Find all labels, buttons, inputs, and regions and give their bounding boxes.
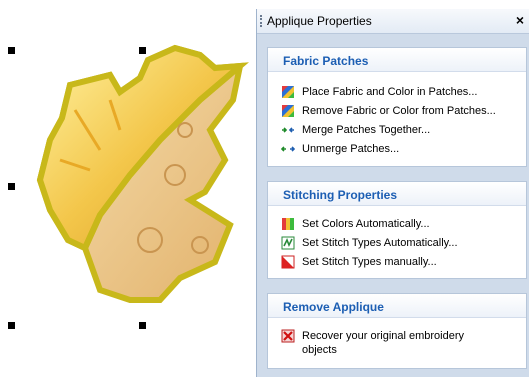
- selection-handle-middle-left[interactable]: [8, 183, 15, 190]
- applique-properties-panel: Applique Properties × Fabric Patches Pla…: [256, 9, 529, 377]
- unmerge-arrows-icon: [281, 146, 295, 152]
- item-label: Place Fabric and Color in Patches...: [302, 86, 478, 98]
- set-stitch-types-manually-link[interactable]: Set Stitch Types manually...: [281, 255, 437, 271]
- stitch-manual-icon: [281, 255, 295, 269]
- item-label: Set Stitch Types manually...: [302, 256, 437, 268]
- item-label: Recover your original embroidery objects: [302, 330, 465, 356]
- section-header: Remove Applique: [268, 294, 526, 318]
- fabric-color-icon: [282, 105, 294, 117]
- merge-patches-link[interactable]: Merge Patches Together...: [281, 123, 430, 139]
- section-title: Stitching Properties: [283, 188, 398, 202]
- place-fabric-link[interactable]: Place Fabric and Color in Patches...: [281, 85, 477, 101]
- remove-applique-section: Remove Applique Recover your original em…: [267, 293, 527, 369]
- item-label: Set Stitch Types Automatically...: [302, 237, 458, 249]
- fabric-patches-section: Fabric Patches Place Fabric and Color in…: [267, 47, 527, 167]
- panel-titlebar[interactable]: Applique Properties ×: [257, 9, 529, 34]
- item-label: Merge Patches Together...: [302, 124, 431, 136]
- set-stitch-types-automatically-link[interactable]: Set Stitch Types Automatically...: [281, 236, 458, 252]
- stitching-properties-section: Stitching Properties Set Colors Automati…: [267, 181, 527, 279]
- selection-handle-top-right[interactable]: [139, 47, 146, 54]
- selection-handle-bottom-right[interactable]: [139, 322, 146, 329]
- section-header: Stitching Properties: [268, 182, 526, 206]
- merge-arrows-icon: [282, 127, 294, 133]
- section-title: Fabric Patches: [283, 54, 369, 68]
- fabric-color-icon: [282, 86, 294, 98]
- drag-grip-icon[interactable]: [260, 15, 264, 27]
- color-bars-icon: [282, 218, 294, 230]
- remove-fabric-link[interactable]: Remove Fabric or Color from Patches...: [281, 104, 496, 120]
- unmerge-patches-link[interactable]: Unmerge Patches...: [281, 142, 399, 158]
- selection-handle-bottom-left[interactable]: [8, 322, 15, 329]
- applique-leaf-design[interactable]: [0, 0, 255, 377]
- section-header: Fabric Patches: [268, 48, 526, 72]
- item-label: Set Colors Automatically...: [302, 218, 430, 230]
- item-label: Unmerge Patches...: [302, 143, 400, 155]
- close-icon[interactable]: ×: [516, 12, 524, 28]
- item-label: Remove Fabric or Color from Patches...: [302, 105, 496, 117]
- selection-handle-top-left[interactable]: [8, 47, 15, 54]
- recover-original-objects-link[interactable]: Recover your original embroidery objects: [281, 329, 506, 359]
- panel-title: Applique Properties: [267, 14, 372, 28]
- section-title: Remove Applique: [283, 300, 384, 314]
- set-colors-automatically-link[interactable]: Set Colors Automatically...: [281, 217, 430, 233]
- stitch-auto-icon: [281, 236, 295, 250]
- red-x-icon: [281, 329, 295, 343]
- design-canvas[interactable]: [0, 0, 255, 377]
